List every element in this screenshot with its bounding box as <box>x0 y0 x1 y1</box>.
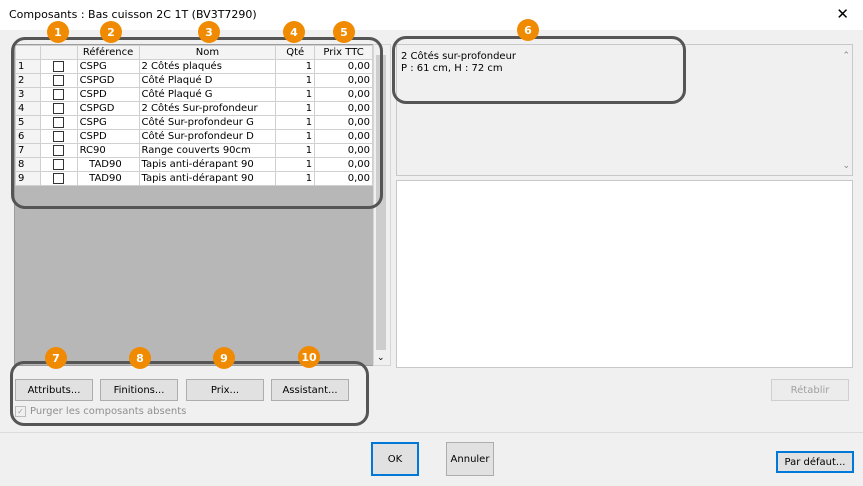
ok-button[interactable]: OK <box>371 442 419 476</box>
window-title: Composants : Bas cuisson 2C 1T (BV3T7290… <box>9 8 257 21</box>
highlight-description <box>392 36 686 104</box>
separator <box>0 432 863 433</box>
callout-badge-1: 1 <box>47 21 69 43</box>
callout-badge-6: 6 <box>517 19 539 41</box>
par-defaut-button[interactable]: Par défaut... <box>776 451 854 473</box>
title-bar: Composants : Bas cuisson 2C 1T (BV3T7290… <box>0 0 863 30</box>
retablir-button[interactable]: Rétablir <box>771 379 849 401</box>
scroll-down-icon[interactable]: ⌄ <box>377 353 385 363</box>
callout-badge-8: 8 <box>129 347 151 369</box>
highlight-buttons <box>10 361 369 426</box>
annuler-button[interactable]: Annuler <box>446 442 494 476</box>
close-icon[interactable]: ✕ <box>836 5 849 23</box>
scroll-up-icon[interactable]: ⌃ <box>842 51 850 61</box>
callout-badge-7: 7 <box>45 347 67 369</box>
callout-badge-10: 10 <box>298 346 320 368</box>
callout-badge-9: 9 <box>213 347 235 369</box>
callout-badge-2: 2 <box>100 21 122 43</box>
highlight-grid <box>11 37 383 209</box>
callout-badge-4: 4 <box>283 21 305 43</box>
callout-badge-5: 5 <box>333 21 355 43</box>
preview-area <box>396 180 853 368</box>
callout-badge-3: 3 <box>198 21 220 43</box>
scroll-down-icon[interactable]: ⌄ <box>842 161 850 171</box>
